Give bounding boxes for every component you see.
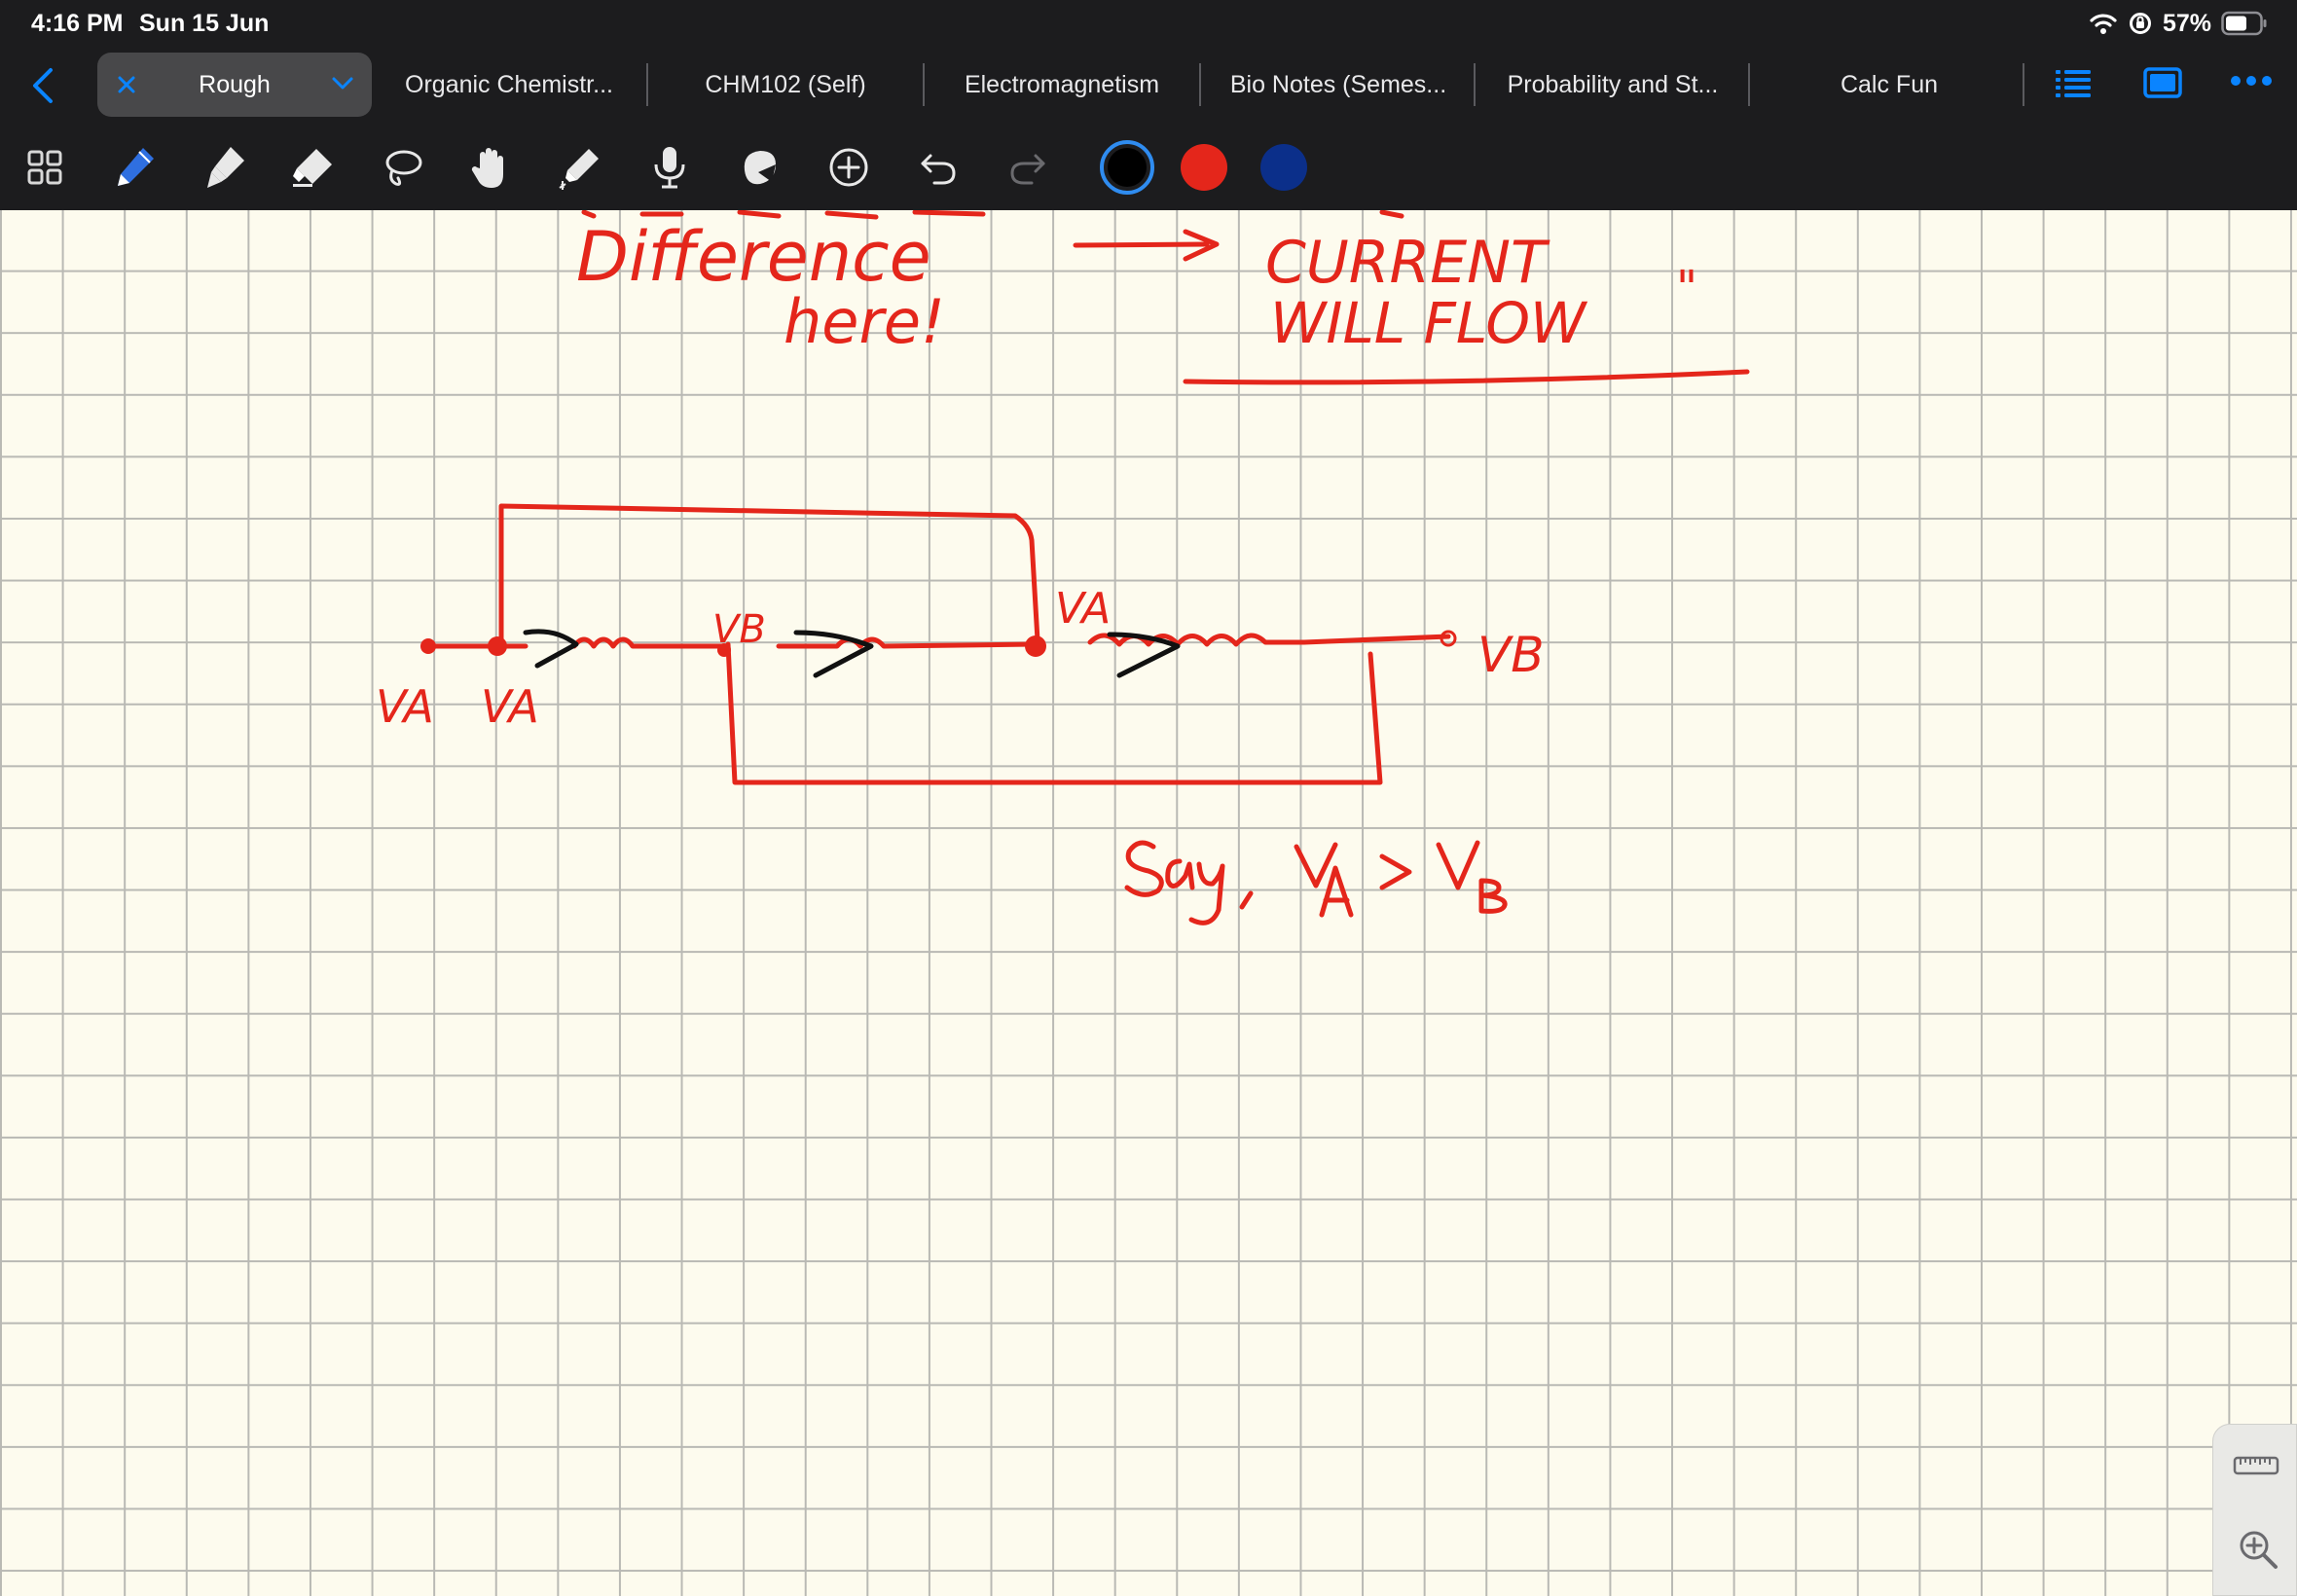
zoom-icon[interactable] <box>2237 1528 2279 1571</box>
handwriting-layer: Difference here! CURRENT WILL FLOW " VA … <box>376 210 1750 925</box>
tab-divider <box>1748 63 1750 106</box>
hand-tool[interactable] <box>461 138 520 197</box>
battery-percentage: 57% <box>2162 9 2211 37</box>
laser-pointer-tool[interactable] <box>551 138 609 197</box>
relation-A <box>1319 865 1354 918</box>
say-a <box>1165 858 1195 890</box>
back-icon[interactable] <box>29 66 56 105</box>
status-indicators: 57% <box>2089 8 2268 39</box>
tab-label: Calc Fun <box>1840 70 1939 98</box>
lasso-icon <box>385 150 422 186</box>
pen-icon <box>118 148 154 186</box>
relation-gt <box>1379 853 1412 890</box>
wifi-icon <box>2090 14 2117 34</box>
note-here: here! <box>784 286 945 357</box>
resistor-2 <box>776 636 1037 649</box>
tab-label: Probability and St... <box>1507 70 1719 98</box>
label-va-left: VA <box>376 680 434 733</box>
tab-probability[interactable]: Probability and St... <box>1476 53 1750 117</box>
thumbnails-icon <box>27 150 62 185</box>
pen-tool[interactable] <box>105 138 164 197</box>
tab-calc-fun[interactable]: Calc Fun <box>1752 53 2026 117</box>
tab-label: CHM102 (Self) <box>705 70 866 98</box>
say-S <box>1124 840 1164 897</box>
tab-bio-notes[interactable]: Bio Notes (Semes... <box>1201 53 1476 117</box>
note-relation: VA > VB <box>1294 913 1303 916</box>
bottom-wire <box>725 641 1383 785</box>
note-difference: Difference <box>576 217 931 297</box>
add-icon <box>829 148 868 187</box>
tab-label: Rough <box>199 70 271 98</box>
hand-icon <box>471 148 503 188</box>
undo-icon <box>921 154 956 185</box>
node-dot <box>420 638 436 654</box>
eraser-icon <box>293 149 332 187</box>
label-va-second: VA <box>481 680 539 733</box>
tab-label: Electromagnetism <box>964 70 1160 98</box>
color-swatch-blue[interactable] <box>1260 144 1307 191</box>
microphone-tool[interactable] <box>640 138 699 197</box>
note-will-flow: WILL FLOW <box>1270 290 1588 356</box>
battery-icon <box>2221 11 2267 36</box>
shapes-icon <box>744 151 776 185</box>
drawing-toolbar <box>0 130 2297 210</box>
current-arrow <box>793 630 874 678</box>
tab-label: Organic Chemistr... <box>405 70 613 98</box>
side-tools-panel <box>2212 1424 2297 1596</box>
relation-B <box>1478 878 1508 914</box>
tab-chm102[interactable]: CHM102 (Self) <box>648 53 923 117</box>
microphone-icon <box>654 147 685 189</box>
tab-label: Bio Notes (Semes... <box>1229 70 1447 98</box>
outline-list-icon[interactable] <box>2054 66 2093 101</box>
top-wire <box>498 503 1040 647</box>
eraser-tool[interactable] <box>284 138 343 197</box>
say-y <box>1188 861 1225 925</box>
redo-button[interactable] <box>999 138 1057 197</box>
redo-icon <box>1010 154 1045 185</box>
resistor-1 <box>571 636 725 649</box>
underline-stroke <box>1183 369 1750 385</box>
chevron-down-icon[interactable] <box>331 76 354 91</box>
page-view-icon[interactable] <box>2143 66 2182 99</box>
close-icon[interactable] <box>117 75 136 94</box>
status-time: 4:16 PM <box>31 10 124 37</box>
tab-rough[interactable]: Rough <box>97 53 372 117</box>
more-options-icon[interactable] <box>2229 74 2274 88</box>
ruler-icon[interactable] <box>2233 1454 2279 1477</box>
node-dot <box>488 636 507 656</box>
tab-organic-chemistry[interactable]: Organic Chemistr... <box>372 53 646 117</box>
highlighter-tool[interactable] <box>195 138 253 197</box>
lasso-tool[interactable] <box>374 138 432 197</box>
label-vb-right: VB <box>1477 627 1545 683</box>
label-va-middle: VA <box>1055 584 1111 634</box>
shapes-tool[interactable] <box>730 138 788 197</box>
status-date: Sun 15 Jun <box>139 10 270 37</box>
orientation-lock-icon <box>2129 13 2151 34</box>
laser-pointer-icon <box>559 149 599 190</box>
undo-button[interactable] <box>909 138 967 197</box>
say-comma <box>1239 890 1254 910</box>
note-quote: " <box>1676 261 1697 315</box>
color-swatch-red[interactable] <box>1181 144 1227 191</box>
note-say: Say, <box>1119 914 1124 916</box>
status-bar: 4:16 PM Sun 15 Jun 57% <box>0 0 2297 47</box>
node-dot <box>1025 635 1046 657</box>
add-tool[interactable] <box>820 138 878 197</box>
color-swatch-inner <box>1108 148 1147 187</box>
current-arrow <box>523 629 579 669</box>
color-swatch-black-selected[interactable] <box>1100 140 1154 195</box>
arrow-stroke <box>1073 241 1210 248</box>
highlighter-icon <box>207 147 244 188</box>
tab-divider <box>2023 63 2024 106</box>
tab-electromagnetism[interactable]: Electromagnetism <box>925 53 1199 117</box>
label-vb-middle: VB <box>712 607 766 652</box>
thumbnails-button[interactable] <box>16 138 74 197</box>
note-canvas[interactable]: Difference here! CURRENT WILL FLOW " VA … <box>0 210 2297 1596</box>
relation-V2 <box>1436 840 1480 890</box>
note-current: CURRENT <box>1265 229 1550 297</box>
